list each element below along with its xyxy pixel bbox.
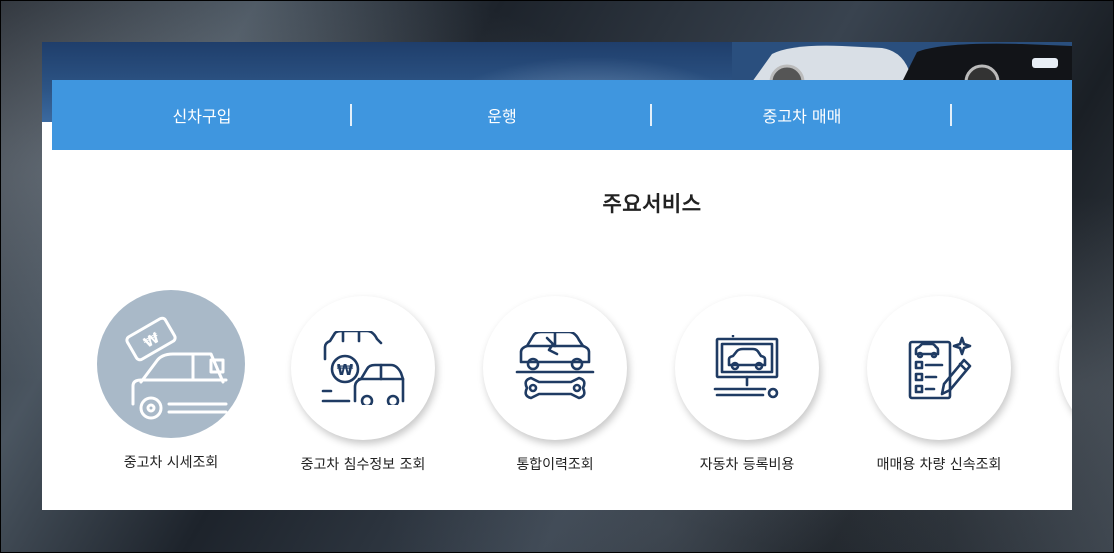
service-integrated-history[interactable]: 통합이력조회: [455, 290, 655, 474]
service-label: 통합이력조회: [516, 457, 594, 473]
flood-car-icon: ₩: [321, 331, 405, 405]
service-flood-info[interactable]: ₩ 중고차 침수정보 조회: [263, 290, 463, 474]
main-nav: 신차구입 운행 중고차 매매: [52, 80, 1072, 150]
service-circle: ₩: [97, 290, 245, 438]
services-list: ₩ 중고차 시세조회 ₩ 중고차 침수정보 조회 통합이력조회 자동차 등록비용…: [42, 290, 1072, 490]
service-label: 자동차 등록비용: [699, 457, 795, 473]
registration-monitor-icon: [713, 335, 779, 399]
section-title: 주요서비스: [602, 192, 702, 216]
nav-item-label: 운행: [487, 107, 517, 126]
service-registration-cost[interactable]: 자동차 등록비용: [647, 290, 847, 474]
car-banner-image: [732, 42, 1072, 82]
svg-text:₩: ₩: [337, 361, 354, 379]
checklist-pen-icon: [908, 336, 972, 400]
service-circle: ₩: [291, 296, 435, 440]
content-panel: 신차구입 운행 중고차 매매 주요서비스 ₩ 중고차 시세조회 ₩ 중고차 침수…: [42, 42, 1072, 510]
service-circle: [675, 296, 819, 440]
nav-item-used-car-trade[interactable]: 중고차 매매: [652, 80, 952, 150]
service-next-partial[interactable]: [1031, 290, 1072, 440]
service-label: 매매용 차량 신속조회: [876, 457, 1002, 473]
service-circle: [483, 296, 627, 440]
service-quick-inquiry[interactable]: 매매용 차량 신속조회: [839, 290, 1039, 474]
nav-item-new-car[interactable]: 신차구입: [52, 80, 352, 150]
nav-item-label: 중고차 매매: [762, 107, 842, 126]
nav-item-driving[interactable]: 운행: [352, 80, 652, 150]
service-label: 중고차 시세조회: [123, 455, 219, 471]
car-price-icon: ₩: [125, 316, 228, 420]
service-circle: [1059, 296, 1072, 440]
car-repair-history-icon: [515, 332, 595, 400]
service-circle: [867, 296, 1011, 440]
service-label: 중고차 침수정보 조회: [300, 457, 426, 473]
service-used-car-price[interactable]: ₩ 중고차 시세조회: [71, 290, 271, 472]
nav-item-label: 신차구입: [172, 107, 232, 126]
nav-item-more[interactable]: [952, 80, 1072, 150]
